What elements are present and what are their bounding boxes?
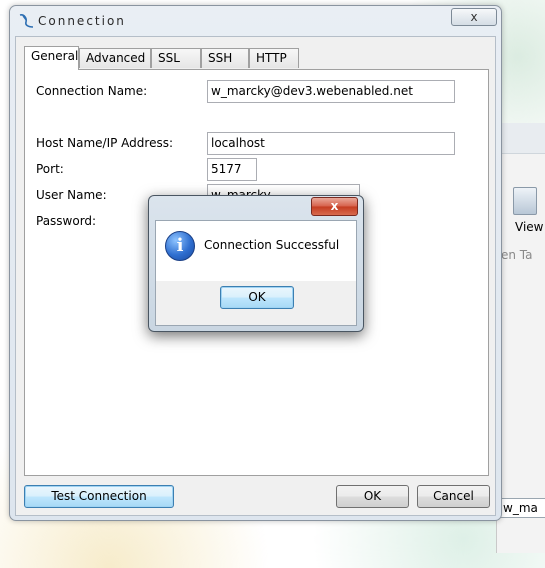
view-icon[interactable] [513, 187, 537, 215]
tab-advanced[interactable]: Advanced [79, 48, 151, 68]
message-ok-button[interactable]: OK [220, 286, 294, 309]
message-body: i Connection Successful [156, 221, 356, 281]
port-input[interactable]: 5177 [207, 158, 257, 181]
background-window: View en Ta w_ma [496, 123, 545, 553]
ok-button[interactable]: OK [336, 485, 409, 508]
close-button[interactable]: x [451, 8, 497, 26]
connection-name-label: Connection Name: [36, 84, 148, 98]
background-field: w_ma [499, 498, 545, 518]
background-toolbar [497, 123, 545, 154]
tab-ssh[interactable]: SSH [201, 48, 249, 68]
port-label: Port: [36, 162, 64, 176]
background-tab-label: en Ta [501, 248, 533, 262]
cancel-button[interactable]: Cancel [417, 485, 490, 508]
tab-ssl[interactable]: SSL [151, 48, 201, 68]
connection-name-input[interactable]: w_marcky@dev3.webenabled.net [207, 80, 455, 103]
host-input[interactable]: localhost [207, 132, 455, 155]
test-connection-button[interactable]: Test Connection [24, 485, 174, 508]
user-name-label: User Name: [36, 188, 107, 202]
message-text: Connection Successful [204, 238, 340, 252]
tab-general[interactable]: General [24, 46, 79, 70]
window-title: Connection [38, 14, 126, 28]
info-icon: i [165, 231, 195, 261]
view-label: View [515, 220, 544, 234]
title-bar[interactable]: Connection x [10, 6, 501, 36]
password-label: Password: [36, 214, 97, 228]
message-close-button[interactable]: x [311, 197, 358, 216]
message-box: x i Connection Successful OK [148, 195, 364, 332]
app-icon [19, 14, 34, 28]
tab-http[interactable]: HTTP [249, 48, 299, 68]
host-label: Host Name/IP Address: [36, 136, 174, 150]
message-client: i Connection Successful OK [155, 220, 357, 326]
